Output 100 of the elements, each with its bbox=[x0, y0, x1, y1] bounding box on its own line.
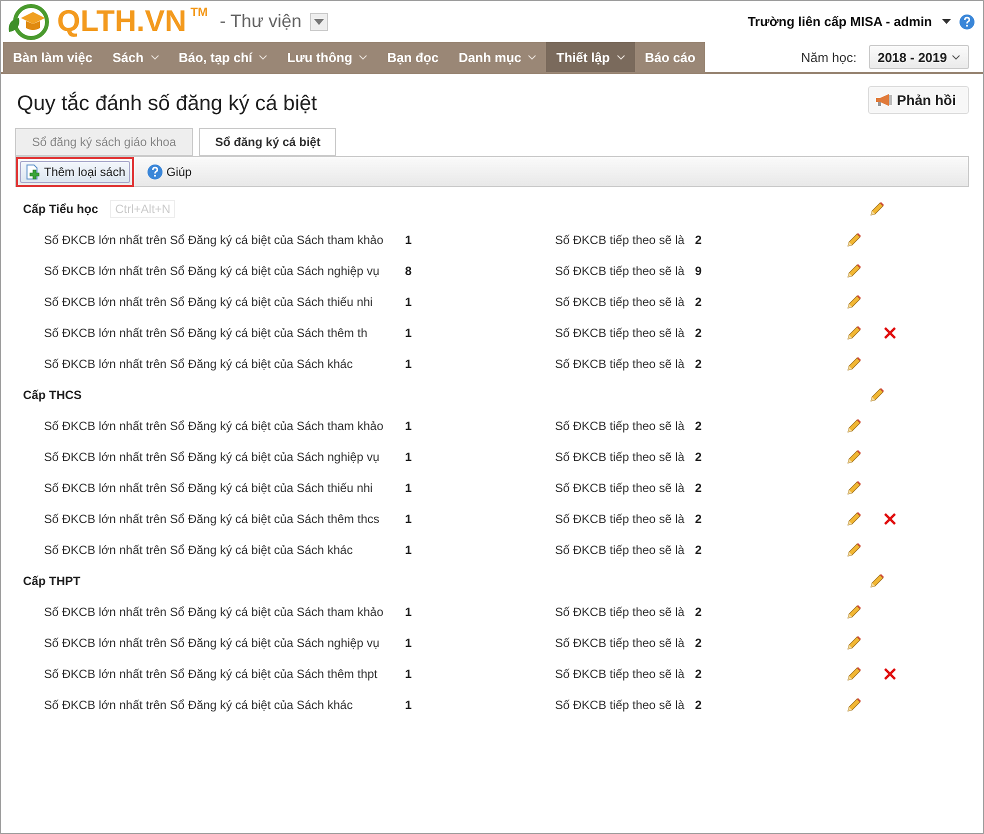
next-label: Số ĐKCB tiếp theo sẽ là bbox=[555, 512, 686, 526]
nav-menu-item[interactable]: Bạn đọc bbox=[377, 42, 449, 72]
max-number: 1 bbox=[405, 450, 413, 464]
next-number: 2 bbox=[695, 450, 703, 464]
tab[interactable]: Sổ đăng ký sách giáo khoa bbox=[15, 128, 194, 156]
max-number: 1 bbox=[405, 604, 413, 618]
module-dropdown[interactable] bbox=[310, 12, 328, 30]
next-label: Số ĐKCB tiếp theo sẽ là bbox=[555, 542, 686, 556]
user-menu[interactable]: Trường liên cấp MISA - admin bbox=[748, 14, 932, 29]
row-label: Số ĐKCB lớn nhất trên Sổ Đăng ký cá biệt của Sách thiếu nhi bbox=[43, 480, 374, 494]
max-number: 1 bbox=[405, 542, 413, 556]
row-label: Số ĐKCB lớn nhất trên Sổ Đăng ký cá biệt của Sách tham khảo bbox=[43, 604, 384, 618]
nav-menu-item[interactable]: Bàn làm việc bbox=[3, 42, 102, 72]
edit-icon[interactable] bbox=[846, 666, 862, 682]
edit-icon[interactable] bbox=[846, 604, 862, 620]
add-book-type-button[interactable]: Thêm loại sách bbox=[20, 160, 130, 182]
trademark: TM bbox=[190, 5, 208, 19]
edit-icon[interactable] bbox=[846, 510, 862, 526]
max-number: 1 bbox=[405, 666, 413, 680]
next-number: 2 bbox=[695, 232, 703, 246]
edit-icon[interactable] bbox=[869, 386, 885, 402]
edit-icon[interactable] bbox=[846, 232, 862, 248]
max-number: 1 bbox=[405, 480, 413, 494]
module-name: - Thư viện bbox=[220, 11, 302, 32]
next-number: 2 bbox=[695, 698, 703, 712]
row-label: Số ĐKCB lớn nhất trên Sổ Đăng ký cá biệt của Sách thêm thpt bbox=[43, 666, 378, 680]
group-heading: Cấp THCS bbox=[22, 388, 82, 402]
logo-text: QLTH.VN bbox=[57, 4, 186, 38]
max-number: 1 bbox=[405, 636, 413, 650]
max-number: 1 bbox=[405, 698, 413, 712]
next-number: 2 bbox=[695, 604, 703, 618]
edit-icon[interactable] bbox=[846, 418, 862, 434]
help-icon[interactable] bbox=[959, 14, 975, 30]
row-label: Số ĐKCB lớn nhất trên Sổ Đăng ký cá biệt của Sách nghiệp vụ bbox=[43, 636, 380, 650]
school-year-select[interactable]: 2018 - 2019 bbox=[868, 45, 969, 69]
next-number: 2 bbox=[695, 294, 703, 308]
max-number: 1 bbox=[405, 326, 413, 340]
nav-menu-item[interactable]: Lưu thông bbox=[277, 42, 378, 72]
megaphone-icon[interactable] bbox=[874, 93, 893, 107]
edit-icon[interactable] bbox=[846, 262, 862, 278]
edit-icon[interactable] bbox=[846, 324, 862, 340]
next-label: Số ĐKCB tiếp theo sẽ là bbox=[555, 232, 686, 246]
feedback-button[interactable]: Phản hồi bbox=[868, 86, 969, 114]
edit-icon[interactable] bbox=[846, 480, 862, 496]
row-label: Số ĐKCB lớn nhất trên Sổ Đăng ký cá biệt của Sách tham khảo bbox=[43, 232, 384, 246]
next-number: 9 bbox=[695, 264, 703, 278]
help-icon[interactable] bbox=[147, 164, 164, 180]
row-label: Số ĐKCB lớn nhất trên Sổ Đăng ký cá biệt của Sách thêm th bbox=[43, 326, 368, 340]
next-number: 2 bbox=[695, 418, 703, 432]
edit-icon[interactable] bbox=[869, 572, 885, 588]
next-label: Số ĐKCB tiếp theo sẽ là bbox=[555, 666, 686, 680]
next-number: 2 bbox=[695, 356, 703, 370]
next-label: Số ĐKCB tiếp theo sẽ là bbox=[555, 636, 686, 650]
delete-icon[interactable] bbox=[884, 668, 896, 680]
next-number: 2 bbox=[695, 666, 703, 680]
max-number: 1 bbox=[405, 232, 413, 246]
row-label: Số ĐKCB lớn nhất trên Sổ Đăng ký cá biệt của Sách thiếu nhi bbox=[43, 294, 374, 308]
nav-menu-item[interactable]: Báo, tạp chí bbox=[168, 42, 278, 72]
next-number: 2 bbox=[695, 512, 703, 526]
edit-icon[interactable] bbox=[846, 696, 862, 712]
max-number: 1 bbox=[405, 356, 413, 370]
next-label: Số ĐKCB tiếp theo sẽ là bbox=[555, 294, 686, 308]
edit-icon[interactable] bbox=[846, 294, 862, 310]
row-label: Số ĐKCB lớn nhất trên Sổ Đăng ký cá biệt của Sách khác bbox=[43, 698, 354, 712]
max-number: 1 bbox=[405, 294, 413, 308]
delete-icon[interactable] bbox=[884, 512, 896, 524]
edit-icon[interactable] bbox=[846, 448, 862, 464]
row-label: Số ĐKCB lớn nhất trên Sổ Đăng ký cá biệt của Sách thêm thcs bbox=[43, 512, 380, 526]
edit-icon[interactable] bbox=[846, 634, 862, 650]
next-label: Số ĐKCB tiếp theo sẽ là bbox=[555, 264, 686, 278]
next-label: Số ĐKCB tiếp theo sẽ là bbox=[555, 418, 686, 432]
next-number: 2 bbox=[695, 636, 703, 650]
page-title: Quy tắc đánh số đăng ký cá biệt bbox=[17, 92, 318, 116]
edit-icon[interactable] bbox=[869, 200, 885, 216]
nav-menu-item[interactable]: Thiết lập bbox=[546, 42, 635, 72]
row-label: Số ĐKCB lớn nhất trên Sổ Đăng ký cá biệt của Sách nghiệp vụ bbox=[43, 450, 380, 464]
group-heading: Cấp Tiểu học bbox=[22, 202, 98, 216]
next-label: Số ĐKCB tiếp theo sẽ là bbox=[555, 698, 686, 712]
chevron-icon[interactable] bbox=[952, 54, 960, 60]
max-number: 8 bbox=[405, 264, 413, 278]
nav-menu-item[interactable]: Báo cáo bbox=[634, 42, 706, 72]
edit-icon[interactable] bbox=[846, 542, 862, 558]
delete-icon[interactable] bbox=[884, 326, 896, 338]
next-label: Số ĐKCB tiếp theo sẽ là bbox=[555, 604, 686, 618]
next-label: Số ĐKCB tiếp theo sẽ là bbox=[555, 480, 686, 494]
row-label: Số ĐKCB lớn nhất trên Sổ Đăng ký cá biệt của Sách khác bbox=[43, 542, 354, 556]
next-label: Số ĐKCB tiếp theo sẽ là bbox=[555, 356, 686, 370]
next-number: 2 bbox=[695, 480, 703, 494]
caret-icon[interactable] bbox=[942, 19, 951, 24]
add-document-icon[interactable] bbox=[25, 164, 41, 180]
row-label: Số ĐKCB lớn nhất trên Sổ Đăng ký cá biệt của Sách nghiệp vụ bbox=[43, 264, 380, 278]
row-label: Số ĐKCB lớn nhất trên Sổ Đăng ký cá biệt của Sách tham khảo bbox=[43, 418, 384, 432]
max-number: 1 bbox=[405, 418, 413, 432]
school-year-label: Năm học: bbox=[800, 50, 857, 64]
next-number: 2 bbox=[695, 326, 703, 340]
help-button[interactable]: Giúp bbox=[142, 160, 197, 182]
nav-menu-item[interactable]: Danh mục bbox=[448, 42, 546, 72]
tab[interactable]: Sổ đăng ký cá biệt bbox=[199, 128, 336, 156]
edit-icon[interactable] bbox=[846, 356, 862, 372]
nav-menu-item[interactable]: Sách bbox=[102, 42, 169, 72]
